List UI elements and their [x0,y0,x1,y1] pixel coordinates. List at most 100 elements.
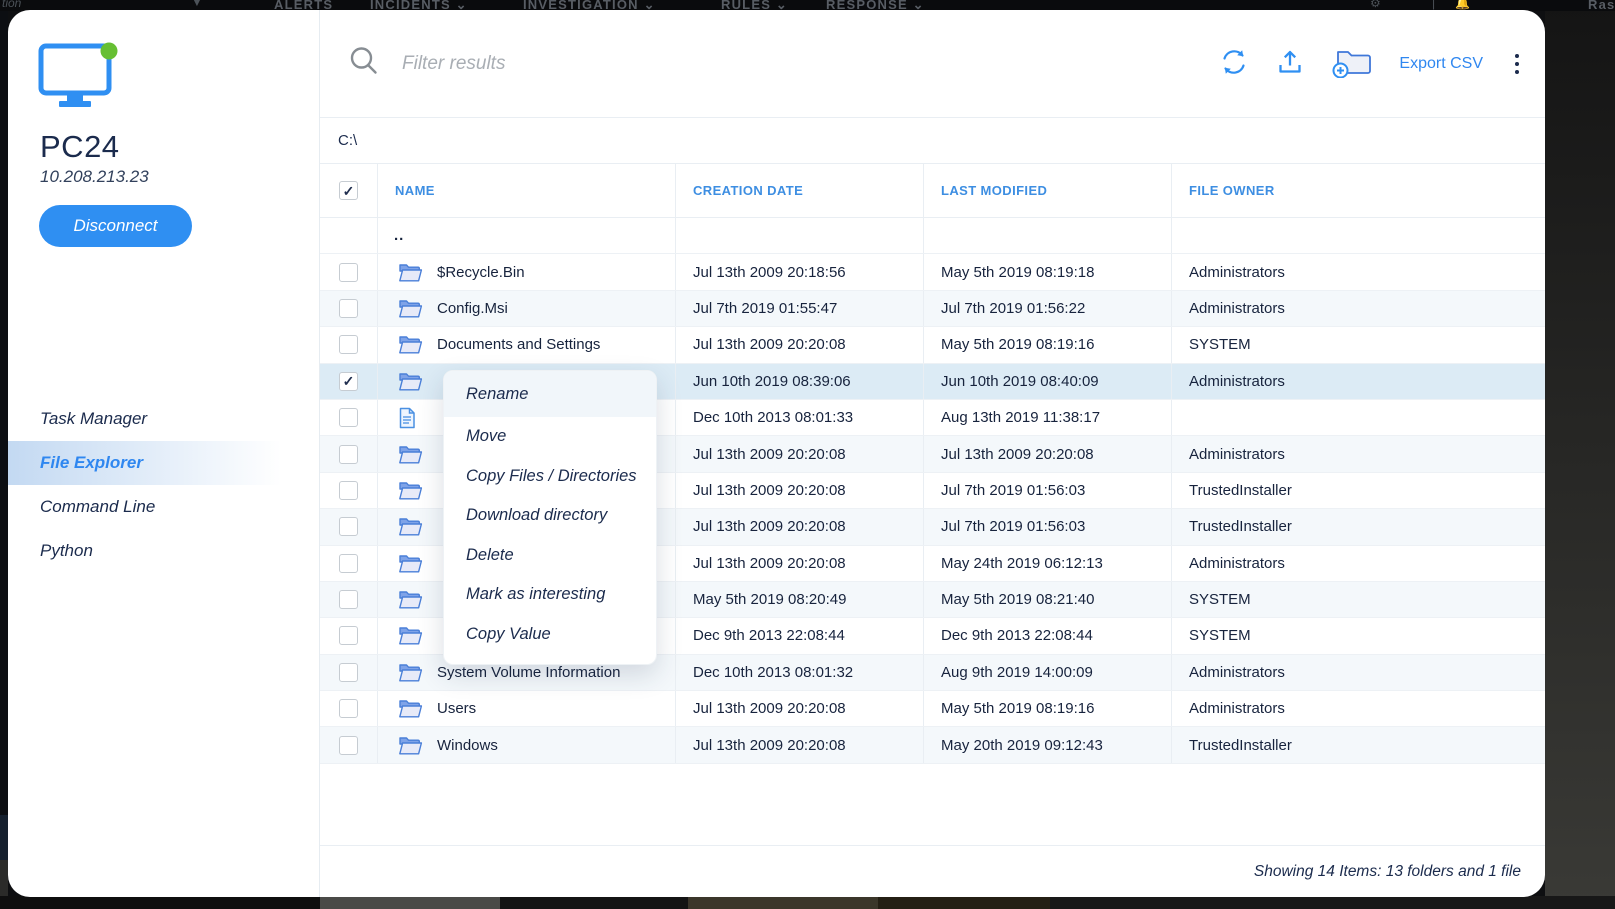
refresh-button[interactable] [1219,47,1249,80]
row-checkbox[interactable]: ✓ [339,481,358,500]
creation-date: Jul 13th 2009 20:20:08 [693,336,846,353]
table-header: ✓ NAME CREATION DATE LAST MODIFIED FILE … [320,164,1545,218]
last-modified: Aug 9th 2019 14:00:09 [941,664,1093,681]
folder-icon [398,298,423,319]
file-icon [398,407,416,429]
sidebar-item-command-line[interactable]: Command Line [8,485,319,529]
table-row[interactable]: ✓ $Recycle.Bin Jul 13th 2009 20:18 [320,254,1545,290]
table-row[interactable]: ✓ Users Jul 13th 2009 20:20:08 [320,691,1545,727]
new-folder-button[interactable] [1331,46,1373,81]
toolbar: Export CSV [320,10,1545,118]
row-checkbox[interactable]: ✓ [339,335,358,354]
creation-date: Jul 7th 2019 01:55:47 [693,300,837,317]
taskbar-segment [878,896,1050,909]
folder-icon [398,444,423,465]
creation-date: Jul 13th 2009 20:20:08 [693,446,846,463]
row-checkbox[interactable]: ✓ [339,736,358,755]
row-checkbox[interactable]: ✓ [339,408,358,427]
context-menu-item-copy-value[interactable]: Copy Value [444,615,656,655]
creation-date: Jul 13th 2009 20:20:08 [693,518,846,535]
row-checkbox[interactable]: ✓ [339,445,358,464]
creation-date: May 5th 2019 08:20:49 [693,591,846,608]
file-name: Windows [437,737,498,754]
kebab-menu-icon[interactable] [1509,52,1525,76]
upload-button[interactable] [1275,47,1305,80]
filter-input[interactable] [402,53,1219,75]
row-checkbox[interactable]: ✓ [339,372,358,391]
context-menu-item-move[interactable]: Move [444,417,656,457]
ip-address: 10.208.213.23 [40,167,319,187]
sidebar-menu: Task ManagerFile ExplorerCommand LinePyt… [8,397,319,573]
creation-date: Jul 13th 2009 20:20:08 [693,555,846,572]
file-name: $Recycle.Bin [437,264,525,281]
export-csv-button[interactable]: Export CSV [1399,55,1483,73]
row-checkbox[interactable]: ✓ [339,517,358,536]
file-name: Documents and Settings [437,336,600,353]
file-owner: SYSTEM [1189,627,1251,644]
taskbar-segment [500,896,688,909]
gear-icon[interactable]: ⚙ [1370,0,1381,10]
disconnect-button[interactable]: Disconnect [39,205,192,247]
context-menu-item-copy-files-directories[interactable]: Copy Files / Directories [444,457,656,497]
table-empty-space [320,764,1545,845]
file-owner: Administrators [1189,700,1285,717]
column-header-last-modified[interactable]: LAST MODIFIED [941,183,1047,198]
folder-icon [398,262,423,283]
column-header-file-owner[interactable]: FILE OWNER [1189,183,1275,198]
select-all-checkbox[interactable]: ✓ [339,181,358,200]
nav-divider: | [1432,0,1435,10]
folder-icon [398,480,423,501]
folder-icon [398,698,423,719]
table-row[interactable]: ✓ Documents and Settings Jul 13th [320,327,1545,363]
remote-session-modal: PC24 10.208.213.23 Disconnect Task Manag… [8,10,1545,897]
last-modified: May 5th 2019 08:21:40 [941,591,1094,608]
sidebar-item-task-manager[interactable]: Task Manager [8,397,319,441]
last-modified: Jun 10th 2019 08:40:09 [941,373,1099,390]
file-owner: SYSTEM [1189,591,1251,608]
last-modified: Jul 7th 2019 01:56:03 [941,518,1085,535]
creation-date: Dec 9th 2013 22:08:44 [693,627,845,644]
page-left-edge [0,0,8,909]
hostname: PC24 [40,129,319,165]
row-checkbox[interactable]: ✓ [339,263,358,282]
bell-icon[interactable]: 🔔 [1455,0,1470,10]
file-name: Users [437,700,476,717]
file-owner: TrustedInstaller [1189,482,1292,499]
creation-date: Jul 13th 2009 20:20:08 [693,700,846,717]
parent-directory-row[interactable]: .. [320,218,1545,254]
taskbar-segment [1050,896,1615,909]
row-checkbox[interactable]: ✓ [339,299,358,318]
last-modified: Dec 9th 2013 22:08:44 [941,627,1093,644]
nav-left-fragment: tion [2,0,21,10]
context-menu-item-download-directory[interactable]: Download directory [444,496,656,536]
folder-icon [398,371,423,392]
last-modified: May 24th 2019 06:12:13 [941,555,1103,572]
row-checkbox[interactable]: ✓ [339,663,358,682]
row-checkbox[interactable]: ✓ [339,590,358,609]
context-menu-item-rename[interactable]: Rename [444,371,656,417]
file-owner: Administrators [1189,373,1285,390]
column-header-name[interactable]: NAME [395,183,435,198]
taskbar-segment [688,896,878,909]
sidebar-item-file-explorer[interactable]: File Explorer [8,441,319,485]
context-menu-item-mark-as-interesting[interactable]: Mark as interesting [444,575,656,615]
table-row[interactable]: ✓ Config.Msi Jul 7th 2019 01:55:47 [320,291,1545,327]
creation-date: Dec 10th 2013 08:01:33 [693,409,853,426]
breadcrumb[interactable]: C:\ [320,118,1545,164]
table-row[interactable]: ✓ Windows Jul 13th 2009 20:20:08 [320,727,1545,763]
row-checkbox[interactable]: ✓ [339,626,358,645]
file-owner: TrustedInstaller [1189,737,1292,754]
nav-user-name[interactable]: Ras [1588,0,1615,11]
creation-date: Jul 13th 2009 20:18:56 [693,264,846,281]
last-modified: May 5th 2019 08:19:18 [941,264,1094,281]
sidebar-item-python[interactable]: Python [8,529,319,573]
context-menu: RenameMoveCopy Files / DirectoriesDownlo… [443,370,657,665]
context-menu-item-delete[interactable]: Delete [444,536,656,576]
row-checkbox[interactable]: ✓ [339,699,358,718]
creation-date: Jul 13th 2009 20:20:08 [693,737,846,754]
column-header-creation-date[interactable]: CREATION DATE [693,183,803,198]
row-checkbox[interactable]: ✓ [339,554,358,573]
last-modified: Jul 7th 2019 01:56:22 [941,300,1085,317]
last-modified: May 20th 2019 09:12:43 [941,737,1103,754]
table-footer: Showing 14 Items: 13 folders and 1 file [320,845,1545,897]
